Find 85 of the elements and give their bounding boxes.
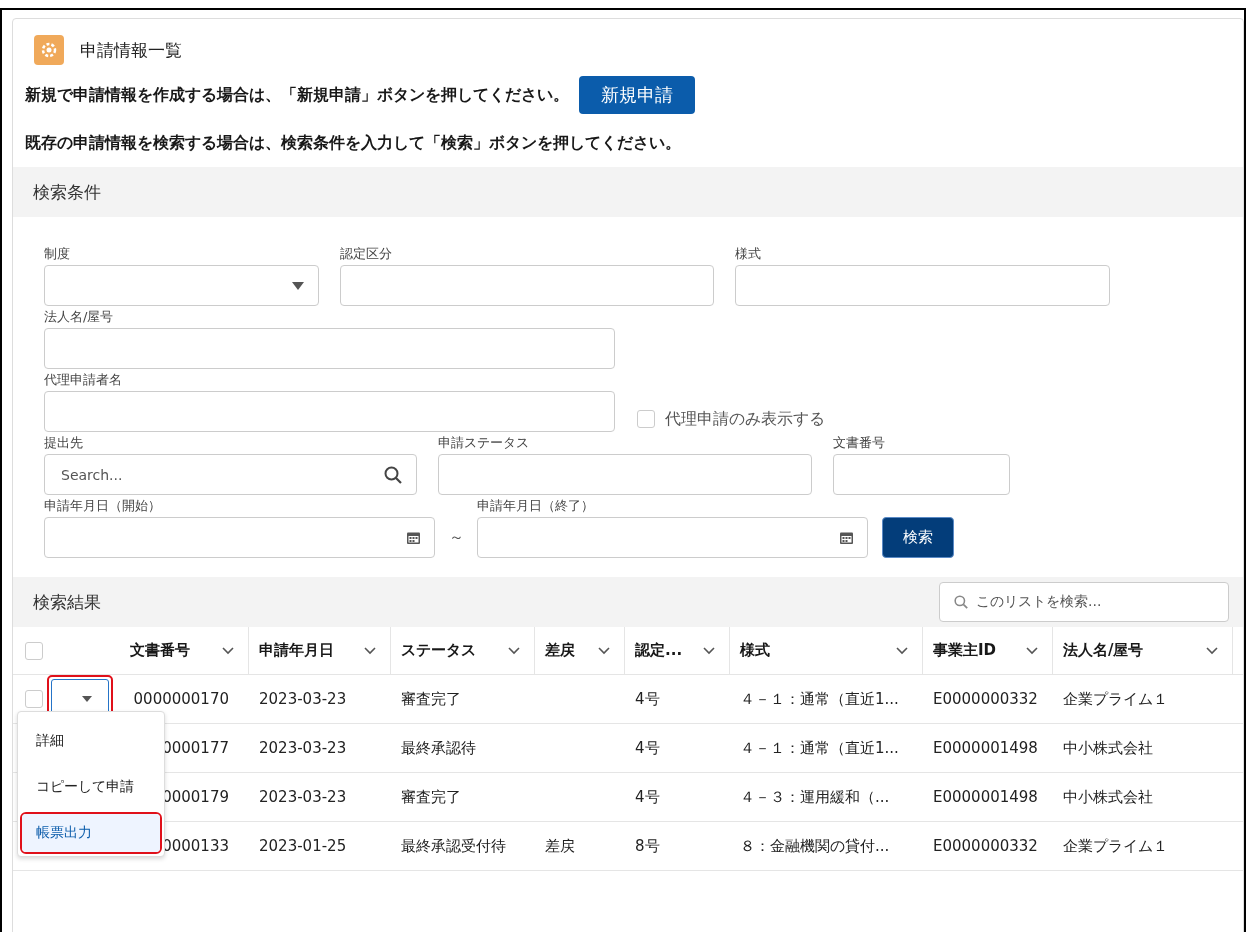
- field-label: 認定区分: [340, 245, 393, 261]
- field-label: 制度: [44, 245, 71, 261]
- search-button[interactable]: 検索: [882, 517, 954, 558]
- column-header[interactable]: 様式: [730, 627, 923, 674]
- search-field[interactable]: Search...: [44, 454, 417, 495]
- dropdown-field[interactable]: [44, 265, 319, 306]
- column-header[interactable]: 事業主ID: [923, 627, 1053, 674]
- chevron-icon: [1206, 646, 1218, 655]
- table-cell: ４－３：運用緩和（...: [740, 787, 890, 806]
- table-cell: 4号: [635, 738, 660, 757]
- table-cell: E0000000332: [933, 837, 1038, 855]
- input-field[interactable]: [735, 265, 1110, 306]
- input-field[interactable]: [438, 454, 812, 495]
- column-header[interactable]: 文書番号: [120, 627, 249, 674]
- column-header[interactable]: 申請年月日: [249, 627, 391, 674]
- field-label: 代理申請者名: [44, 371, 123, 387]
- column-header[interactable]: ステータス: [391, 627, 535, 674]
- table-cell: 審査完了: [401, 787, 461, 806]
- chevron-icon: [508, 646, 520, 655]
- instruction-text: 既存の申請情報を検索する場合は、検索条件を入力して「検索」ボタンを押してください。: [25, 132, 681, 154]
- field-label: 様式: [735, 245, 762, 261]
- chevron-icon: [703, 646, 715, 655]
- table-cell: 8号: [635, 836, 660, 855]
- checkbox[interactable]: [637, 410, 655, 428]
- caret-icon: [292, 281, 304, 290]
- table-cell: 2023-03-23: [259, 788, 347, 806]
- column-header[interactable]: 差戻: [535, 627, 625, 674]
- search-icon: [384, 465, 402, 484]
- chevron-icon: [222, 646, 234, 655]
- instruction-text: 新規で申請情報を作成する場合は、「新規申請」ボタンを押してください。: [25, 84, 569, 106]
- field-label: 法人名/屋号: [44, 308, 115, 324]
- chevron-icon: [598, 646, 610, 655]
- date-field[interactable]: [477, 517, 868, 558]
- table-cell: ８：金融機関の貸付...: [740, 836, 890, 855]
- menu-item[interactable]: 詳細: [22, 722, 160, 760]
- input-field[interactable]: [833, 454, 1010, 495]
- field-label: 提出先: [44, 434, 84, 450]
- table-cell: 最終承認待: [401, 738, 476, 757]
- table-cell: 審査完了: [401, 689, 461, 708]
- range-separator: ～: [448, 528, 464, 547]
- table-cell: 4号: [635, 787, 660, 806]
- table-cell: 2023-01-25: [259, 837, 347, 855]
- table-cell: 企業プライム１: [1063, 689, 1168, 708]
- chevron-icon: [1026, 646, 1038, 655]
- input-field[interactable]: [44, 328, 615, 369]
- table-cell: ４－１：通常（直近1...: [740, 738, 899, 757]
- gear-icon: [34, 35, 64, 65]
- column-header[interactable]: 認定...: [625, 627, 730, 674]
- field-label: 申請年月日（終了）: [477, 497, 595, 513]
- search-icon: [954, 595, 968, 609]
- table-cell: 2023-03-23: [259, 690, 347, 708]
- date-field[interactable]: [44, 517, 435, 558]
- calendar-icon: [407, 531, 420, 544]
- table-cell: 最終承認受付待: [401, 836, 506, 855]
- select-all-checkbox[interactable]: [25, 641, 43, 660]
- page-title: 申請情報一覧: [80, 38, 182, 62]
- column-header[interactable]: 法人名/屋号: [1053, 627, 1233, 674]
- table-cell: ４－１：通常（直近1...: [740, 689, 899, 708]
- table-cell: 中小株式会社: [1063, 738, 1153, 757]
- list-search-field[interactable]: このリストを検索...: [939, 582, 1229, 622]
- field-label: 申請年月日（開始）: [44, 497, 162, 513]
- table-cell: E0000001498: [933, 739, 1038, 757]
- field-label: 申請ステータス: [438, 434, 530, 450]
- table-cell: 中小株式会社: [1063, 787, 1153, 806]
- section-title: 検索結果: [33, 590, 101, 614]
- table-cell: 2023-03-23: [259, 739, 347, 757]
- input-field[interactable]: [44, 391, 615, 432]
- section-title: 検索条件: [33, 180, 101, 204]
- chevron-icon: [364, 646, 376, 655]
- field-label: 文書番号: [833, 434, 886, 450]
- chevron-icon: [896, 646, 908, 655]
- row-checkbox[interactable]: [25, 690, 43, 708]
- calendar-icon: [840, 531, 853, 544]
- input-field[interactable]: [340, 265, 714, 306]
- table-cell: 4号: [635, 689, 660, 708]
- table-cell: 企業プライム１: [1063, 836, 1168, 855]
- caret-icon: [82, 696, 92, 702]
- checkbox-label: 代理申請のみ表示する: [665, 408, 825, 430]
- menu-item[interactable]: 帳票出力: [22, 814, 160, 852]
- table-cell: 差戻: [545, 836, 575, 855]
- menu-item[interactable]: コピーして申請: [22, 768, 160, 806]
- table-cell: E0000000332: [933, 690, 1038, 708]
- new-application-button[interactable]: 新規申請: [579, 76, 695, 114]
- table-cell: E0000001498: [933, 788, 1038, 806]
- table-cell: 0000000170: [133, 690, 229, 708]
